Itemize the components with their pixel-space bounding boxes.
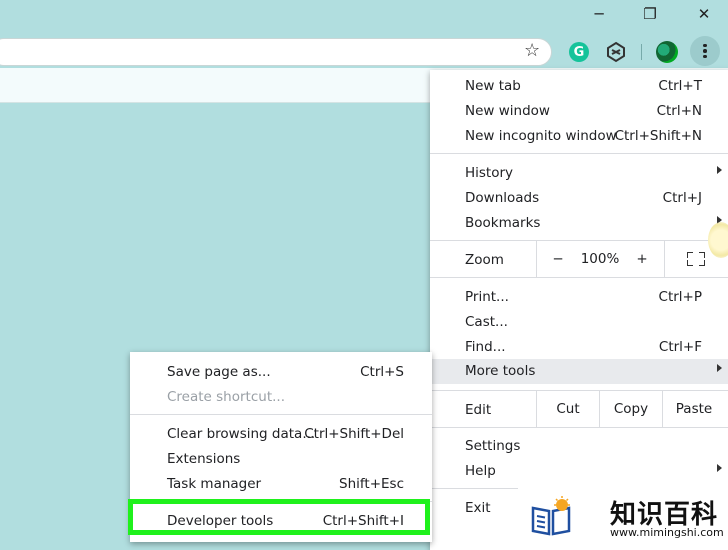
menu-item-new-incognito-window[interactable]: New incognito window Ctrl+Shift+N (430, 124, 728, 148)
menu-item-shortcut: Shift+Esc (339, 476, 404, 492)
zoom-in-button[interactable]: + (624, 241, 660, 277)
toolbar: ☆ G (0, 36, 728, 68)
menu-item-shortcut: Ctrl+F (658, 339, 702, 355)
menu-item-shortcut: Ctrl+S (360, 364, 404, 380)
minimize-button[interactable]: ─ (576, 0, 622, 28)
menu-item-create-shortcut: Create shortcut... (130, 385, 432, 409)
menu-item-shortcut: Ctrl+T (658, 78, 702, 94)
menu-item-task-manager[interactable]: Task manager Shift+Esc (130, 472, 432, 496)
menu-item-label: Clear browsing data... (167, 426, 316, 442)
zoom-divider (664, 241, 665, 277)
cursor-highlight (708, 222, 728, 258)
submenu-arrow-icon (717, 166, 722, 174)
profile-avatar[interactable] (656, 41, 678, 63)
paste-button[interactable]: Paste (663, 391, 725, 427)
menu-item-label: Help (465, 463, 496, 479)
menu-item-print[interactable]: Print... Ctrl+P (430, 285, 728, 309)
menu-item-label: More tools (465, 363, 536, 379)
close-button[interactable]: ✕ (681, 0, 727, 28)
menu-item-label: Bookmarks (465, 215, 541, 231)
zoom-level: 100% (580, 251, 620, 267)
cut-button[interactable]: Cut (537, 391, 599, 427)
menu-item-clear-browsing-data[interactable]: Clear browsing data... Ctrl+Shift+Del (130, 422, 432, 446)
menu-item-new-tab[interactable]: New tab Ctrl+T (430, 74, 728, 98)
watermark: 知识百科 www.mimingshi.com (518, 488, 728, 546)
book-logo-icon (531, 496, 571, 536)
bookmark-star-icon[interactable]: ☆ (524, 40, 540, 61)
menu-item-cast[interactable]: Cast... (430, 310, 728, 334)
menu-item-shortcut: Ctrl+Shift+N (614, 128, 702, 144)
submenu-arrow-icon (717, 364, 722, 372)
copy-button[interactable]: Copy (600, 391, 662, 427)
menu-item-downloads[interactable]: Downloads Ctrl+J (430, 186, 728, 210)
watermark-url: www.mimingshi.com (610, 526, 724, 539)
zoom-out-button[interactable]: − (540, 241, 576, 277)
grammarly-extension-icon[interactable]: G (569, 42, 589, 62)
menu-item-find[interactable]: Find... Ctrl+F (430, 335, 728, 359)
edit-label: Edit (465, 402, 492, 418)
menu-item-label: History (465, 165, 514, 181)
menu-item-history[interactable]: History (430, 161, 728, 185)
menu-item-label: Print... (465, 289, 509, 305)
zoom-label: Zoom (465, 252, 504, 268)
address-bar[interactable] (0, 38, 552, 66)
extension-icon[interactable] (605, 41, 627, 63)
submenu-arrow-icon (717, 464, 722, 472)
menu-separator (130, 414, 432, 415)
menu-item-new-window[interactable]: New window Ctrl+N (430, 99, 728, 123)
toolbar-separator (641, 44, 642, 60)
menu-item-label: Find... (465, 339, 506, 355)
menu-item-label: Create shortcut... (167, 389, 285, 405)
menu-item-shortcut: Ctrl+P (658, 289, 702, 305)
fullscreen-icon (687, 252, 705, 266)
zoom-row: Zoom − 100% + (430, 240, 728, 278)
menu-item-shortcut: Ctrl+Shift+Del (304, 426, 404, 442)
menu-item-shortcut: Ctrl+N (656, 103, 702, 119)
edit-row: Edit Cut Copy Paste (430, 390, 728, 428)
menu-item-label: New incognito window (465, 128, 617, 144)
menu-item-extensions[interactable]: Extensions (130, 447, 432, 471)
menu-item-label: Save page as... (167, 364, 271, 380)
menu-item-label: New window (465, 103, 550, 119)
developer-tools-highlight (128, 499, 430, 535)
menu-item-save-page[interactable]: Save page as... Ctrl+S (130, 360, 432, 384)
title-bar: ─ ❐ ✕ (0, 0, 728, 36)
menu-item-label: New tab (465, 78, 521, 94)
zoom-divider (536, 241, 537, 277)
menu-item-help[interactable]: Help (430, 459, 728, 483)
menu-item-more-tools[interactable]: More tools (430, 359, 728, 384)
menu-item-label: Extensions (167, 451, 241, 467)
menu-separator (430, 153, 728, 154)
chrome-menu-button[interactable] (690, 36, 720, 66)
menu-item-label: Downloads (465, 190, 540, 206)
menu-item-bookmarks[interactable]: Bookmarks (430, 211, 728, 235)
restore-button[interactable]: ❐ (627, 0, 673, 28)
menu-item-label: Task manager (167, 476, 262, 492)
menu-item-settings[interactable]: Settings (430, 434, 728, 458)
menu-item-label: Settings (465, 438, 521, 454)
chrome-main-menu: New tab Ctrl+T New window Ctrl+N New inc… (430, 70, 728, 550)
menu-item-shortcut: Ctrl+J (662, 190, 702, 206)
menu-item-label: Exit (465, 500, 491, 516)
menu-item-label: Cast... (465, 314, 508, 330)
